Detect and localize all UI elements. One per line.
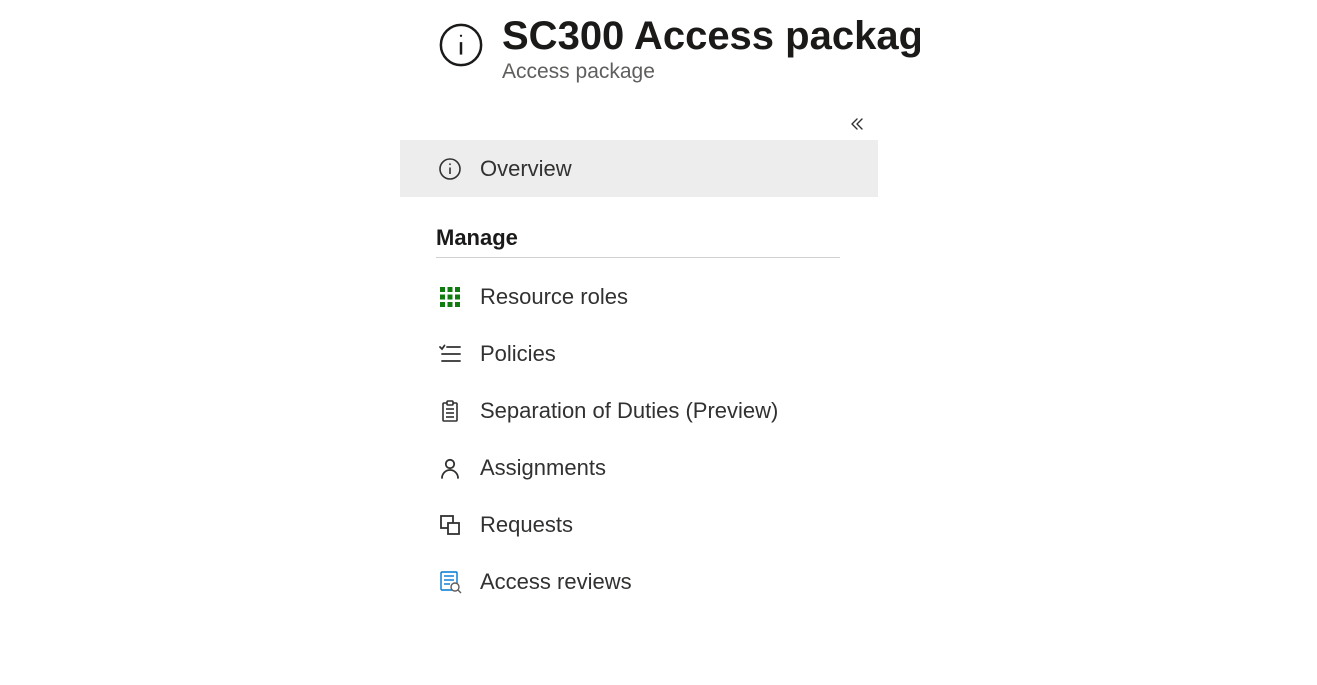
nav-item-label: Resource roles bbox=[480, 284, 628, 310]
divider bbox=[436, 257, 840, 258]
nav-item-resource-roles[interactable]: Resource roles bbox=[400, 268, 878, 325]
clipboard-icon bbox=[436, 399, 464, 423]
nav-item-policies[interactable]: Policies bbox=[400, 325, 878, 382]
nav-item-assignments[interactable]: Assignments bbox=[400, 439, 878, 496]
page-title: SC300 Access packag bbox=[502, 14, 920, 58]
info-icon bbox=[436, 20, 486, 70]
nav-item-label: Requests bbox=[480, 512, 573, 538]
collapse-nav-button[interactable] bbox=[843, 110, 871, 138]
review-icon bbox=[436, 570, 464, 594]
overlap-squares-icon bbox=[436, 513, 464, 537]
info-icon bbox=[436, 157, 464, 181]
nav-item-requests[interactable]: Requests bbox=[400, 496, 878, 553]
page-header: SC300 Access packag Access package bbox=[400, 0, 920, 84]
side-nav: Overview Manage Resource roles bbox=[400, 140, 878, 610]
page-subtitle: Access package bbox=[502, 60, 920, 84]
list-icon bbox=[436, 342, 464, 366]
nav-item-separation-of-duties[interactable]: Separation of Duties (Preview) bbox=[400, 382, 878, 439]
nav-section-manage: Manage bbox=[400, 225, 878, 251]
nav-item-label: Access reviews bbox=[480, 569, 632, 595]
nav-item-label: Policies bbox=[480, 341, 556, 367]
nav-item-label: Assignments bbox=[480, 455, 606, 481]
nav-item-label: Separation of Duties (Preview) bbox=[480, 398, 778, 424]
grid-icon bbox=[436, 285, 464, 309]
nav-item-access-reviews[interactable]: Access reviews bbox=[400, 553, 878, 610]
nav-item-label: Overview bbox=[480, 156, 572, 182]
person-icon bbox=[436, 456, 464, 480]
nav-item-overview[interactable]: Overview bbox=[400, 140, 878, 197]
